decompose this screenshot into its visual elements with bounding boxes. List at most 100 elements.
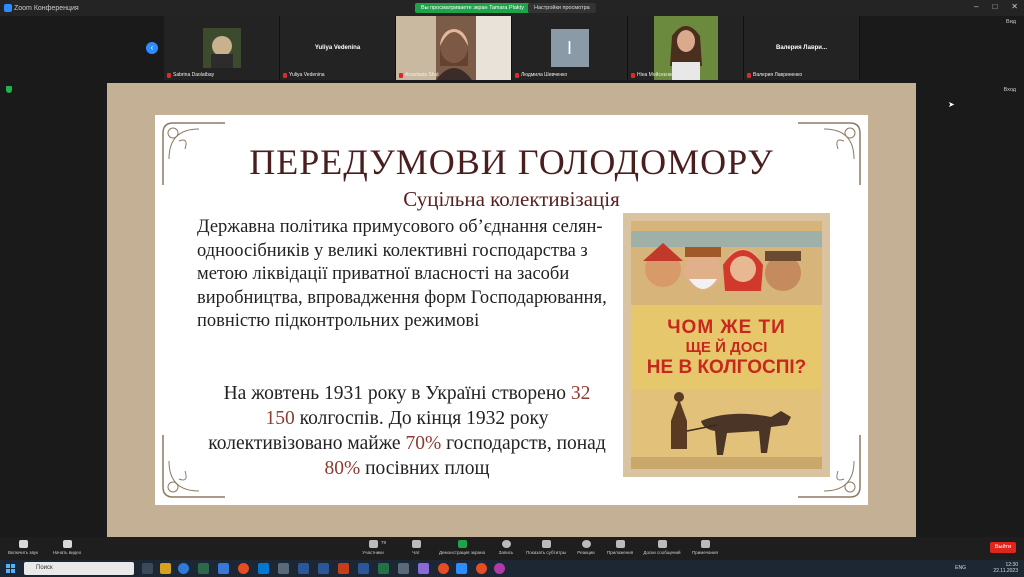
whiteboard-icon [657,540,667,548]
mic-muted-icon [631,72,635,78]
participant-tile[interactable]: Anastasia Shut [396,16,512,80]
captions-button[interactable]: Показать субтитры [524,540,568,555]
windows-start-icon[interactable] [6,564,15,573]
zoom-window: Zoom Конференция Вы просматриваете экран… [0,0,1024,577]
participant-tile[interactable]: Валерия Лаври... Валерия Лавриненко [744,16,860,80]
chrome-icon[interactable] [238,563,249,574]
store-icon[interactable] [218,563,229,574]
avatar [202,28,241,68]
file-explorer-icon[interactable] [160,563,171,574]
view-options-button[interactable]: Настройки просмотра [528,3,596,13]
mic-muted-icon [399,72,403,78]
chat-icon [411,540,421,548]
app-icon[interactable] [418,563,429,574]
participant-video [396,16,511,80]
participant-name: Anastasia Shut [405,72,439,78]
maximize-icon[interactable]: □ [992,2,997,11]
window-controls: – □ ✕ [974,2,1018,11]
participant-name: Yuliya Vedenina [289,72,325,78]
app-icon[interactable] [398,563,409,574]
word-icon[interactable] [298,563,309,574]
participant-tile[interactable]: I Людмила Шевченко [512,16,628,80]
window-title: Zoom Конференция [14,4,79,12]
view-button[interactable]: Вид [1006,19,1016,25]
task-view-icon[interactable] [142,563,153,574]
enter-label: Вход [1003,87,1016,93]
app-icon[interactable] [278,563,289,574]
unmute-button[interactable]: Включить звук [6,540,40,555]
shared-screen: ПЕРЕДУМОВИ ГОЛОДОМОРУ Суцільна колективі… [107,83,916,537]
previous-page-button[interactable]: ‹ [146,42,158,54]
stat-households: 70% [405,433,442,454]
avatar: I [550,29,589,67]
mic-muted-icon [747,72,751,78]
participant-display-name: Валерия Лаври... [776,45,827,51]
mic-muted-icon [167,72,171,78]
close-icon[interactable]: ✕ [1011,2,1018,11]
participant-display-name: Yuliya Vedenina [314,45,361,51]
participants-icon [368,540,378,548]
propaganda-poster: ЧОМ ЖЕ ТИ ЩЕ Й ДОСІ НЕ В КОЛГОСПІ? [623,213,830,477]
participant-name: Sabrina Daolatbay [173,72,215,78]
share-screen-button[interactable]: Демонстрация экрана [436,540,488,555]
poster-text-line1: ЧОМ ЖЕ ТИ [667,317,786,338]
system-clock[interactable]: 12:30 22.11.2023 [993,562,1018,574]
slide-paper: ПЕРЕДУМОВИ ГОЛОДОМОРУ Суцільна колективі… [155,115,868,505]
powerpoint-icon[interactable] [338,563,349,574]
slide-title: ПЕРЕДУМОВИ ГОЛОДОМОРУ [249,142,774,182]
notes-button[interactable]: Примечания [688,540,722,555]
share-notice-pill[interactable]: Вы просматриваете экран Tamara Plakty [415,3,530,13]
record-icon [501,540,511,548]
apps-button[interactable]: Приложения [604,540,636,555]
mic-muted-icon [283,72,287,78]
app-icon[interactable] [198,563,209,574]
poster-text-line2: ЩЕ Й ДОСІ [685,339,768,356]
windows-taskbar: ⌕ Поиск ENG 12:3022.11.2023 [0,560,1024,577]
apps-icon [615,540,625,548]
participant-name: Людмила Шевченко [521,72,568,78]
poster-text-line3: НЕ В КОЛГОСПІ? [646,357,807,378]
slide-stats-text: На жовтень 1931 року в Україні створено … [208,383,606,479]
avatar [653,16,718,80]
share-screen-icon [457,540,467,548]
captions-icon [541,540,551,548]
chrome-icon[interactable] [476,563,487,574]
video-off-icon [62,540,72,548]
participant-name: Ніна Мойсеєнко [637,72,675,78]
meeting-toolbar: Включить звук Начать видео Участники 79 … [0,537,1024,560]
language-indicator[interactable]: ENG [955,565,966,571]
mic-muted-icon [18,540,28,548]
title-bar: Zoom Конференция Вы просматриваете экран… [0,0,1024,16]
mic-muted-icon [515,72,519,78]
reactions-button[interactable]: Реакции [574,540,598,555]
zoom-icon[interactable] [456,563,467,574]
smiley-icon [581,540,591,548]
start-video-button[interactable]: Начать видео [50,540,84,555]
participant-tile[interactable]: Yuliya Vedenina Yuliya Vedenina [280,16,396,80]
whiteboard-button[interactable]: Доски сообщений [640,540,684,555]
taskbar-search-input[interactable]: Поиск [24,562,134,575]
participant-name: Валерия Лавриненко [753,72,803,78]
edge-icon[interactable] [178,563,189,574]
notes-icon [700,540,710,548]
leave-button[interactable]: Выйти [990,542,1016,553]
app-icon[interactable] [494,563,505,574]
chrome-icon[interactable] [438,563,449,574]
participant-strip: Sabrina Daolatbay Yuliya Vedenina Yuliya… [164,16,860,80]
record-button[interactable]: Запись [494,540,518,555]
zoom-logo-icon [4,4,12,12]
mail-icon[interactable] [258,563,269,574]
excel-icon[interactable] [378,563,389,574]
participants-count: 79 [381,540,387,545]
security-shield-icon[interactable] [6,86,12,93]
mouse-cursor-icon: ➤ [948,100,955,109]
word-icon[interactable] [358,563,369,574]
slide-subtitle: Суцільна колективізація [403,187,620,211]
participant-tile[interactable]: Sabrina Daolatbay [164,16,280,80]
slide-body-text: Державна політика примусового об’єднання… [197,217,607,331]
participant-tile[interactable]: Ніна Мойсеєнко [628,16,744,80]
chat-button[interactable]: Чат [402,540,430,555]
minimize-icon[interactable]: – [974,2,978,11]
word-icon[interactable] [318,563,329,574]
stat-sown-area: 80% [324,458,361,479]
